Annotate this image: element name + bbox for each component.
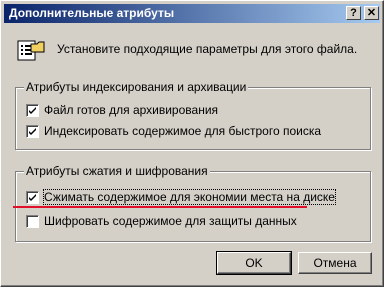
encrypt-checkbox[interactable] — [26, 215, 39, 228]
index-content-label: Индексировать содержимое для быстрого по… — [44, 124, 322, 138]
compress-checkbox[interactable] — [26, 191, 39, 204]
window-title: Дополнительные атрибуты — [9, 6, 175, 20]
file-properties-icon — [17, 40, 45, 61]
intro-text: Установите подходящие параметры для этог… — [57, 42, 358, 56]
cancel-button[interactable]: Отмена — [298, 252, 372, 274]
advanced-attributes-dialog: Дополнительные атрибуты ? ✕ Установите п… — [0, 0, 384, 287]
compress-label: Сжимать содержимое для экономии места на… — [43, 189, 336, 205]
archive-ready-label: Файл готов для архивирования — [44, 103, 219, 117]
ok-button[interactable]: OK — [216, 251, 292, 275]
index-content-checkbox[interactable] — [26, 125, 39, 138]
encrypt-label: Шифровать содержимое для защиты данных — [44, 214, 297, 228]
indexing-archive-group: Атрибуты индексирования и архивации Файл… — [15, 80, 371, 150]
title-bar: Дополнительные атрибуты ? ✕ — [4, 4, 380, 23]
help-button[interactable]: ? — [346, 6, 361, 20]
archive-ready-checkbox[interactable] — [26, 104, 39, 117]
indexing-group-title: Атрибуты индексирования и архивации — [24, 80, 249, 94]
compression-group-title: Атрибуты сжатия и шифрования — [24, 164, 210, 178]
red-highlight-underline — [13, 206, 307, 208]
close-button[interactable]: ✕ — [364, 6, 379, 20]
